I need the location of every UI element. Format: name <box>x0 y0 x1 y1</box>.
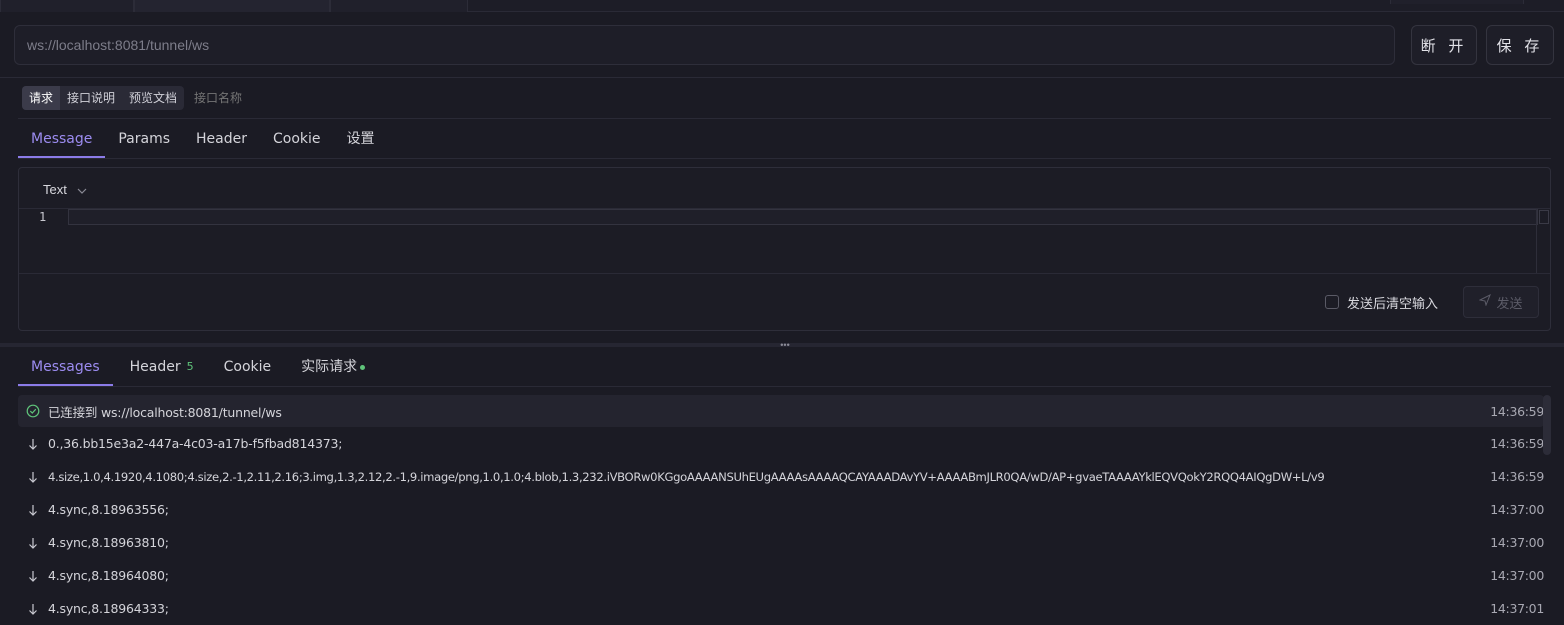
clear-after-send-label: 发送后清空输入 <box>1347 296 1439 312</box>
response-tabs: Messages Header 5 Cookie 实际请求 <box>18 348 382 386</box>
list-item[interactable]: 4.sync,8.18964333; 14:37:01 <box>18 592 1544 625</box>
list-item[interactable]: 已连接到 ws://localhost:8081/tunnel/ws 14:36… <box>18 395 1544 427</box>
arrow-down-icon <box>18 471 48 483</box>
drag-handle-icon[interactable]: ••• <box>778 341 792 350</box>
doc-tab-request[interactable]: 请求 <box>22 86 61 110</box>
tab-messages[interactable]: Messages <box>18 348 113 386</box>
tab-cookie[interactable]: Cookie <box>260 120 334 158</box>
tab-response-cookie-label: Cookie <box>223 359 272 375</box>
arrow-down-icon <box>18 438 48 450</box>
arrow-down-icon <box>18 537 48 549</box>
message-text: 4.size,1.0,4.1920,4.1080;4.size,2.-1,2.1… <box>48 469 1325 484</box>
url-input[interactable] <box>14 25 1395 65</box>
top-right-control[interactable] <box>1390 0 1524 4</box>
send-icon <box>1478 293 1492 310</box>
api-name-input[interactable] <box>194 86 394 110</box>
doc-tab-preview-doc[interactable]: 预览文档 <box>122 86 184 110</box>
message-type-value: Text <box>43 181 67 197</box>
message-text: 0.,36.bb15e3a2-447a-4c03-a17b-f5fbad8143… <box>48 436 343 451</box>
divider <box>18 158 1551 159</box>
message-text: 4.sync,8.18964080; <box>48 568 169 583</box>
tab-actual-request-label: 实际请求 <box>301 359 358 375</box>
tab-header[interactable]: Header <box>183 120 260 158</box>
list-item[interactable]: 0.,36.bb15e3a2-447a-4c03-a17b-f5fbad8143… <box>18 427 1544 460</box>
message-time: 14:37:00 <box>1490 535 1544 550</box>
scrollbar-thumb[interactable] <box>1539 210 1549 224</box>
list-item[interactable]: 4.size,1.0,4.1920,4.1080;4.size,2.-1,2.1… <box>18 460 1544 493</box>
tab-message[interactable]: Message <box>18 120 106 158</box>
send-label: 发送 <box>1496 296 1523 312</box>
message-text: 已连接到 ws://localhost:8081/tunnel/ws <box>48 404 282 420</box>
arrow-down-icon <box>18 504 48 516</box>
send-button[interactable]: 发送 <box>1463 286 1539 318</box>
list-item[interactable]: 4.sync,8.18964080; 14:37:00 <box>18 559 1544 592</box>
save-button[interactable]: 保 存 <box>1486 25 1554 65</box>
tab-params[interactable]: Params <box>105 120 183 158</box>
message-time: 14:36:59 <box>1490 469 1544 484</box>
status-dot <box>360 364 366 370</box>
tab-response-header[interactable]: Header 5 <box>117 348 207 386</box>
messages-scrollbar[interactable] <box>1543 395 1551 455</box>
list-item[interactable]: 4.sync,8.18963810; 14:37:00 <box>18 526 1544 559</box>
list-item[interactable]: 4.sync,8.18963556; 14:37:00 <box>18 493 1544 526</box>
tab-messages-label: Messages <box>31 359 100 375</box>
arrow-down-icon <box>18 570 48 582</box>
tab-response-cookie[interactable]: Cookie <box>211 348 285 386</box>
top-tab[interactable] <box>330 0 468 12</box>
clear-after-send-checkbox[interactable] <box>1325 295 1339 309</box>
message-text: 4.sync,8.18964333; <box>48 601 169 616</box>
disconnect-button[interactable]: 断 开 <box>1411 25 1477 65</box>
current-line[interactable] <box>68 209 1538 225</box>
message-time: 14:36:59 <box>1490 436 1544 451</box>
message-time: 14:36:59 <box>1490 403 1544 419</box>
doc-tab-api-description[interactable]: 接口说明 <box>60 86 122 110</box>
message-list: 已连接到 ws://localhost:8081/tunnel/ws 14:36… <box>18 395 1544 625</box>
top-tab[interactable] <box>0 0 134 12</box>
message-time: 14:37:00 <box>1490 502 1544 517</box>
check-circle-icon <box>18 404 48 418</box>
message-editor-panel: Text 1 发送后清空输入 发送 <box>18 167 1551 331</box>
divider <box>18 118 1551 119</box>
message-type-select[interactable]: Text <box>43 178 87 200</box>
tab-response-header-label: Header <box>129 359 181 375</box>
chevron-down-icon <box>77 182 87 197</box>
top-tab-active[interactable] <box>134 0 330 12</box>
divider <box>0 77 1564 78</box>
clear-after-send-option[interactable]: 发送后清空输入 <box>1325 292 1438 312</box>
arrow-down-icon <box>18 603 48 615</box>
code-editor[interactable]: 1 <box>19 208 1550 274</box>
message-time: 14:37:00 <box>1490 568 1544 583</box>
tab-actual-request[interactable]: 实际请求 <box>288 348 378 386</box>
message-text: 4.sync,8.18963556; <box>48 502 169 517</box>
tab-settings[interactable]: 设置 <box>334 120 388 158</box>
message-text: 4.sync,8.18963810; <box>48 535 169 550</box>
line-number: 1 <box>39 210 47 224</box>
divider <box>18 386 1551 387</box>
doc-tabs: 请求 接口说明 预览文档 <box>22 86 185 110</box>
header-count-badge: 5 <box>186 360 194 373</box>
request-tabs: Message Params Header Cookie 设置 <box>18 120 388 158</box>
message-time: 14:37:01 <box>1490 601 1544 616</box>
